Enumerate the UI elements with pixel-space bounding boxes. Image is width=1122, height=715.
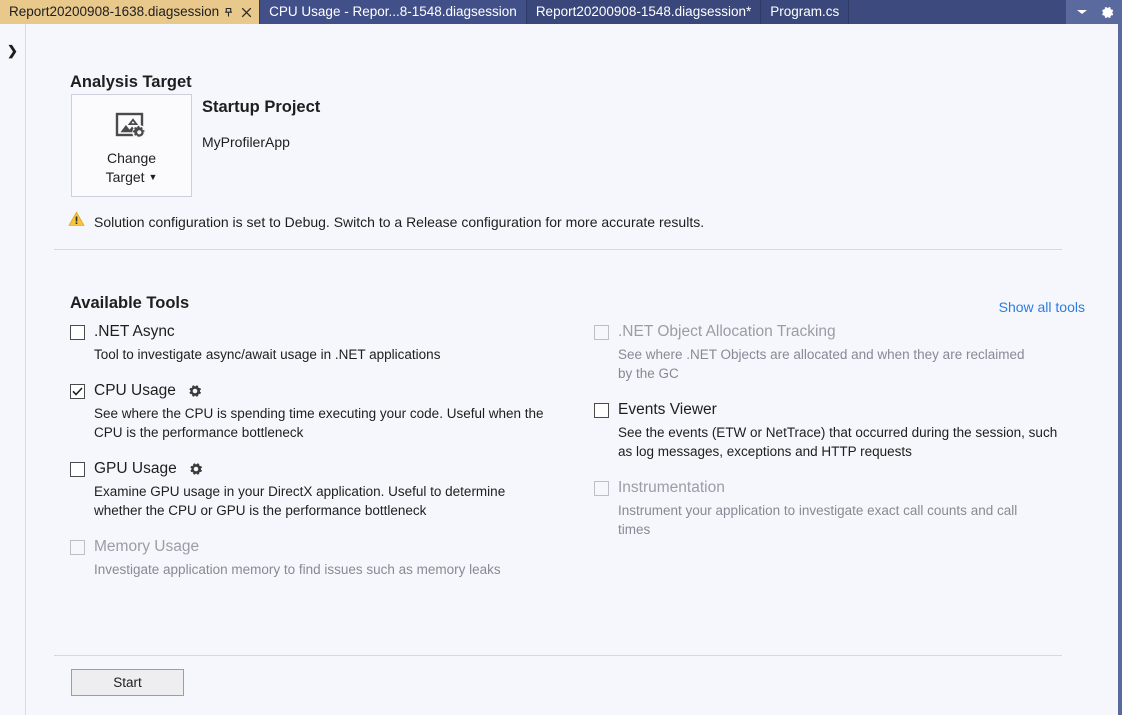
tool-description: Examine GPU usage in your DirectX applic…	[94, 482, 549, 520]
warning-triangle-icon	[68, 211, 85, 232]
tools-column-left: .NET Async Tool to investigate async/awa…	[70, 322, 565, 596]
tab-strip-controls	[1066, 0, 1122, 24]
tool-item-gpu-usage: GPU Usage Examine GPU usage in your Dire…	[70, 459, 565, 520]
tab-strip-spacer	[849, 0, 1066, 24]
tool-item-dotnet-object-allocation-tracking: .NET Object Allocation Tracking See wher…	[594, 322, 1060, 383]
tab-strip: Report20200908-1638.diagsession CPU Usag…	[0, 0, 1122, 24]
close-icon[interactable]	[237, 0, 255, 24]
startup-project-label: Startup Project	[202, 98, 320, 117]
tab-label: CPU Usage - Repor...8-1548.diagsession	[269, 0, 517, 24]
checkbox-memory-usage	[70, 540, 85, 555]
left-gutter: ❯	[0, 24, 26, 715]
change-target-line2: Target	[106, 169, 145, 185]
tool-item-memory-usage: Memory Usage Investigate application mem…	[70, 537, 565, 579]
change-target-label: Change Target ▼	[106, 149, 158, 189]
tab-program-cs[interactable]: Program.cs	[761, 0, 849, 24]
tab-label: Report20200908-1638.diagsession	[9, 0, 219, 24]
available-tools-heading: Available Tools	[70, 294, 189, 313]
checkbox-events-viewer[interactable]	[594, 403, 609, 418]
tool-name: GPU Usage	[94, 460, 177, 478]
tool-header: .NET Async	[70, 322, 565, 342]
checkbox-gpu-usage[interactable]	[70, 462, 85, 477]
tool-name: .NET Object Allocation Tracking	[618, 323, 836, 341]
section-divider-bottom	[54, 655, 1062, 656]
tool-item-cpu-usage: CPU Usage See where the CPU is spending …	[70, 381, 565, 442]
cpu-usage-settings-gear-icon[interactable]	[187, 383, 203, 399]
start-button[interactable]: Start	[71, 669, 184, 696]
tool-item-dotnet-async: .NET Async Tool to investigate async/awa…	[70, 322, 565, 364]
gpu-usage-settings-gear-icon[interactable]	[188, 461, 204, 477]
section-divider-top	[54, 249, 1062, 250]
show-all-tools-link[interactable]: Show all tools	[999, 299, 1085, 315]
startup-project-name: MyProfilerApp	[202, 134, 290, 150]
tool-description: Instrument your application to investiga…	[618, 501, 1038, 539]
solution-configuration-warning: Solution configuration is set to Debug. …	[68, 211, 704, 232]
tool-name: Instrumentation	[618, 479, 725, 497]
tool-header: .NET Object Allocation Tracking	[594, 322, 1060, 342]
tool-header: Events Viewer	[594, 400, 1060, 420]
tool-header: Memory Usage	[70, 537, 565, 557]
warning-text: Solution configuration is set to Debug. …	[94, 214, 704, 230]
tab-dropdown-icon[interactable]	[1076, 8, 1088, 16]
analysis-target-heading: Analysis Target	[70, 73, 192, 92]
tool-description: Tool to investigate async/await usage in…	[94, 345, 549, 364]
tool-description: See the events (ETW or NetTrace) that oc…	[618, 423, 1060, 461]
tool-name: Events Viewer	[618, 401, 717, 419]
checkbox-instrumentation	[594, 481, 609, 496]
tool-description: See where the CPU is spending time execu…	[94, 404, 549, 442]
tools-grid: .NET Async Tool to investigate async/awa…	[70, 322, 1060, 596]
page-content: Analysis Target Change Target ▼ Start	[26, 24, 1118, 715]
checkbox-dotnet-async[interactable]	[70, 325, 85, 340]
tool-name: CPU Usage	[94, 382, 176, 400]
tool-description: See where .NET Objects are allocated and…	[618, 345, 1038, 383]
tool-description: Investigate application memory to find i…	[94, 560, 549, 579]
tab-label: Program.cs	[770, 0, 839, 24]
gear-icon[interactable]	[1100, 5, 1115, 20]
tool-name: Memory Usage	[94, 538, 199, 556]
tools-column-right: .NET Object Allocation Tracking See wher…	[565, 322, 1060, 596]
chevron-right-icon[interactable]: ❯	[7, 44, 18, 57]
change-target-image-gear-icon	[115, 112, 149, 142]
tool-header: Instrumentation	[594, 478, 1060, 498]
tab-label: Report20200908-1548.diagsession*	[536, 0, 751, 24]
chevron-down-icon: ▼	[148, 172, 157, 182]
tool-header: GPU Usage	[70, 459, 565, 479]
tool-header: CPU Usage	[70, 381, 565, 401]
change-target-button[interactable]: Change Target ▼	[71, 94, 192, 197]
tab-report-1548[interactable]: Report20200908-1548.diagsession*	[527, 0, 761, 24]
tool-name: .NET Async	[94, 323, 175, 341]
tool-item-events-viewer: Events Viewer See the events (ETW or Net…	[594, 400, 1060, 461]
tool-item-instrumentation: Instrumentation Instrument your applicat…	[594, 478, 1060, 539]
checkbox-dotnet-object-allocation-tracking	[594, 325, 609, 340]
tab-report-1638[interactable]: Report20200908-1638.diagsession	[0, 0, 260, 24]
change-target-line1: Change	[107, 150, 156, 166]
tab-cpu-usage-report[interactable]: CPU Usage - Repor...8-1548.diagsession	[260, 0, 527, 24]
checkbox-cpu-usage[interactable]	[70, 384, 85, 399]
pin-icon[interactable]	[219, 0, 237, 24]
document-frame: ❯ Analysis Target Change Target ▼	[0, 24, 1122, 715]
